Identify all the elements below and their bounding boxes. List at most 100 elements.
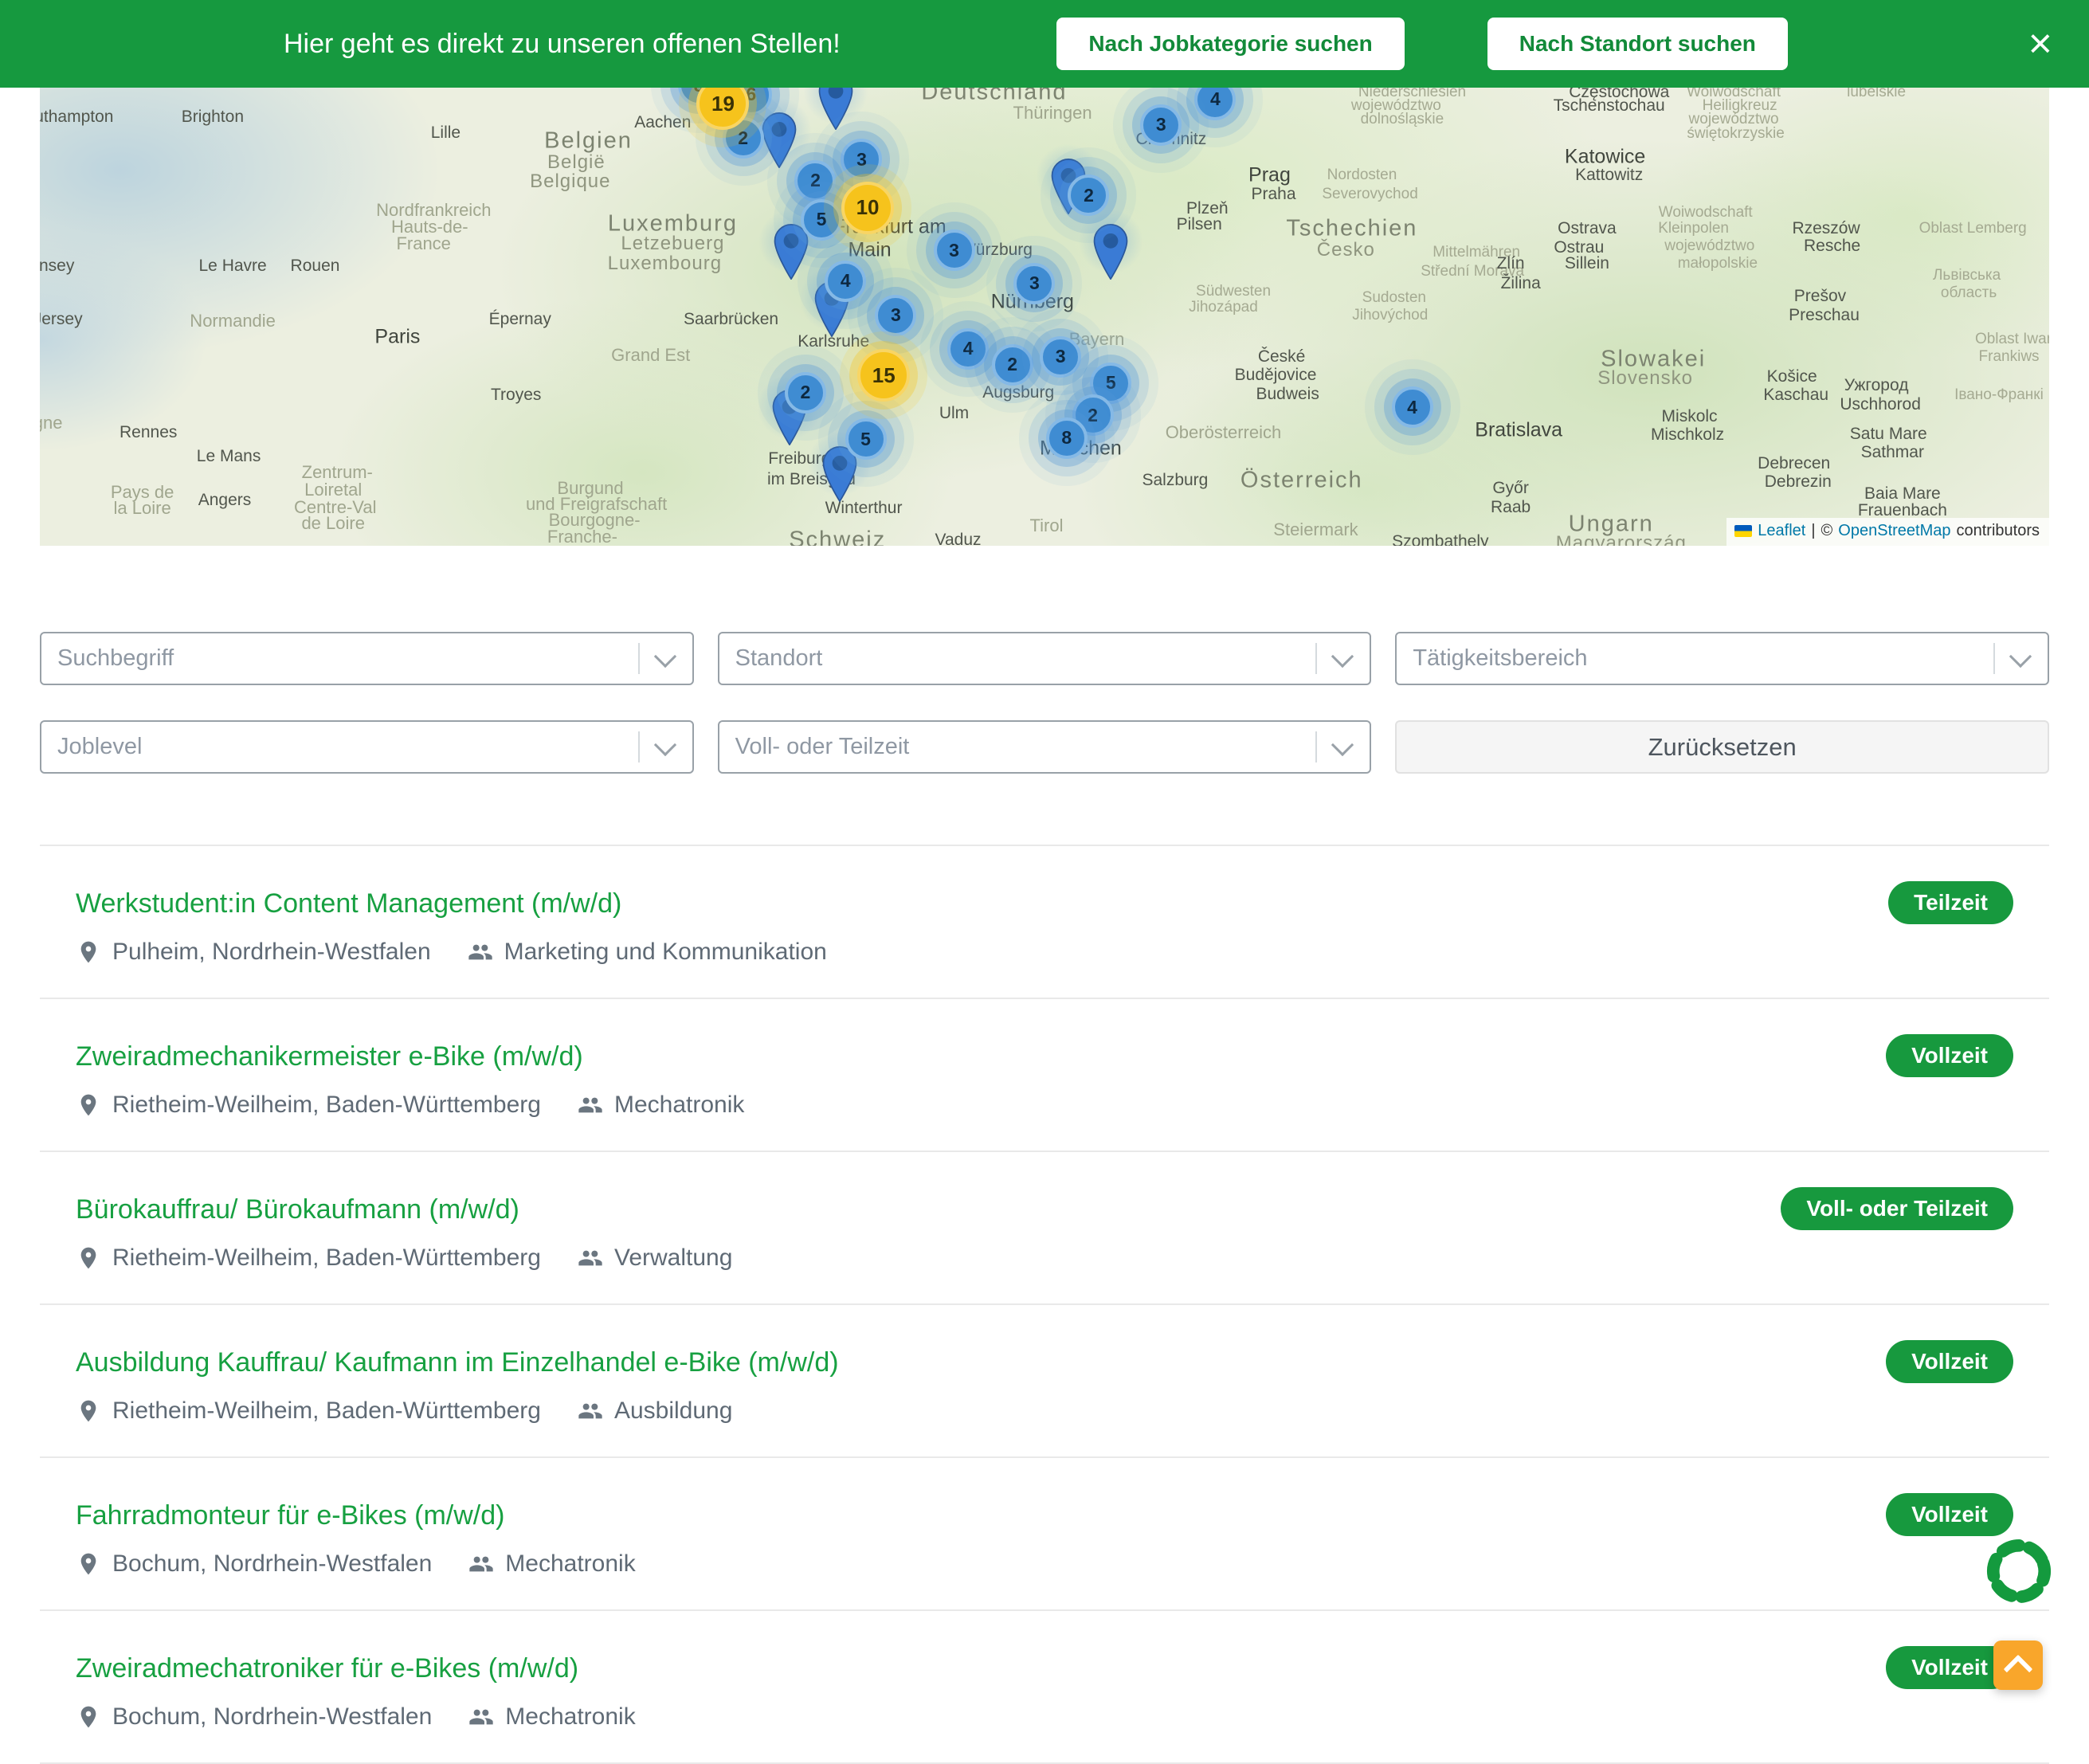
filter-voll-oder-teilzeit[interactable]: Voll- oder Teilzeit <box>718 720 1372 774</box>
search-by-category-button[interactable]: Nach Jobkategorie suchen <box>1056 18 1404 70</box>
map-label: Rennes <box>120 423 177 442</box>
map-cluster[interactable]: 3 <box>1140 104 1182 146</box>
map-cluster[interactable]: 3 <box>875 295 916 336</box>
map-cluster[interactable]: 4 <box>825 261 866 302</box>
map-pin-icon[interactable] <box>818 88 853 134</box>
close-icon[interactable]: × <box>2028 23 2052 65</box>
map-label: Severovychod <box>1322 186 1417 203</box>
map-label: Luxembourg <box>608 253 722 275</box>
map-pin-icon[interactable] <box>762 112 797 172</box>
map-pin-icon[interactable] <box>1093 224 1128 284</box>
job-title-link[interactable]: Zweiradmechanikermeister e-Bike (m/w/d) <box>76 1039 583 1074</box>
map-label: Sudosten <box>1362 289 1426 307</box>
map-cluster[interactable]: 2 <box>992 344 1033 386</box>
filter-row-1: Suchbegriff Standort Tätigkeitsbereich <box>40 632 2049 685</box>
copyright-sign: © <box>1821 522 1833 540</box>
map-label: Franche- <box>547 527 617 547</box>
map-cluster[interactable]: 10 <box>841 182 894 234</box>
job-title-link[interactable]: Ausbildung Kauffrau/ Kaufmann im Einzelh… <box>76 1345 839 1380</box>
job-category: Mechatronik <box>614 1090 744 1120</box>
banner-buttons: Nach Jobkategorie suchen Nach Standort su… <box>1056 18 1788 70</box>
map-label: Épernay <box>489 310 551 329</box>
filter-suchbegriff[interactable]: Suchbegriff <box>40 632 694 685</box>
map-cluster[interactable]: 2 <box>785 372 826 414</box>
chevron-down-icon <box>654 733 676 755</box>
job-title-link[interactable]: Bürokauffrau/ Bürokaufmann (m/w/d) <box>76 1192 519 1227</box>
attribution-suffix: contributors <box>1957 522 2040 540</box>
map-label: Schweiz <box>789 527 886 546</box>
map-label: Saarbrücken <box>684 310 778 329</box>
job-row[interactable]: Werkstudent:in Content Management (m/w/d… <box>40 846 2049 999</box>
map-cluster[interactable]: 8 <box>1046 417 1088 459</box>
map-label: Kleinpolen <box>1658 220 1729 237</box>
job-title-link[interactable]: Werkstudent:in Content Management (m/w/d… <box>76 886 621 921</box>
map-label: dolnośląskie <box>1361 111 1444 128</box>
map-label: Ужгород <box>1844 376 1909 395</box>
map-label: Slovensko <box>1597 367 1693 390</box>
scroll-to-top-button[interactable] <box>1993 1641 2043 1690</box>
attribution-separator: | <box>1811 522 1815 540</box>
map-label: Tirol <box>1030 515 1064 536</box>
wreath-logo[interactable] <box>1982 1535 2056 1608</box>
job-location: Rietheim-Weilheim, Baden-Württemberg <box>112 1243 541 1273</box>
map-label: Brighton <box>182 108 244 127</box>
people-icon <box>468 1551 494 1577</box>
map-pin-icon[interactable] <box>822 446 857 506</box>
map-label: gne <box>40 413 62 433</box>
map-cluster[interactable]: 2 <box>1068 174 1109 216</box>
job-row[interactable]: Zweiradmechatroniker für e-Bikes (m/w/d)… <box>40 1611 2049 1764</box>
job-category: Marketing und Kommunikation <box>504 937 827 967</box>
people-icon <box>578 1398 603 1424</box>
map-label: Rzeszów <box>1792 219 1860 238</box>
leaflet-link[interactable]: Leaflet <box>1758 522 1805 540</box>
map-cluster[interactable]: 3 <box>934 229 975 271</box>
map-cluster[interactable]: 5 <box>801 199 842 241</box>
jobs-map[interactable]: uthamptonBrightonLilleBelgienBelgiëBelgi… <box>40 88 2049 546</box>
filter-row-2: Zurücksetzen Joblevel Voll- oder Teilzei… <box>40 720 2049 774</box>
map-cluster[interactable]: 4 <box>947 328 989 370</box>
job-location: Pulheim, Nordrhein-Westfalen <box>112 937 431 967</box>
reset-filters-button[interactable]: Zurücksetzen <box>1395 720 2049 774</box>
job-title-link[interactable]: Fahrradmonteur für e-Bikes (m/w/d) <box>76 1498 505 1533</box>
map-cluster[interactable]: 3 <box>1013 263 1055 304</box>
job-title-link[interactable]: Zweiradmechatroniker für e-Bikes (m/w/d) <box>76 1651 578 1686</box>
map-label: Szombathely <box>1392 532 1488 546</box>
location-pin-icon <box>76 1704 101 1730</box>
map-label: Pilsen <box>1177 215 1222 234</box>
map-label: Resche <box>1804 237 1860 256</box>
map-label: Львівська <box>1933 267 2001 284</box>
map-cluster[interactable]: 2 <box>794 160 836 202</box>
osm-link[interactable]: OpenStreetMap <box>1838 522 1950 540</box>
filter-taetigkeitsbereich[interactable]: Tätigkeitsbereich <box>1395 632 2049 685</box>
map-label: Івано-Франкі <box>1954 386 2044 404</box>
map-cluster[interactable]: 15 <box>857 349 910 402</box>
map-cluster[interactable]: 3 <box>1040 336 1081 378</box>
map-label: lubelskie <box>1847 88 1906 101</box>
map-cluster[interactable]: 4 <box>1194 88 1236 120</box>
filter-standort[interactable]: Standort <box>718 632 1372 685</box>
map-label: Frankiws <box>1979 348 2040 366</box>
job-row[interactable]: Ausbildung Kauffrau/ Kaufmann im Einzelh… <box>40 1305 2049 1458</box>
map-label: rnsey <box>40 257 74 276</box>
search-by-location-button[interactable]: Nach Standort suchen <box>1487 18 1788 70</box>
job-badge: Vollzeit <box>1886 1340 2013 1383</box>
job-row[interactable]: Zweiradmechanikermeister e-Bike (m/w/d) … <box>40 999 2049 1152</box>
job-row[interactable]: Fahrradmonteur für e-Bikes (m/w/d) Bochu… <box>40 1458 2049 1611</box>
map-label: Ulm <box>939 404 969 423</box>
map-cluster[interactable]: 5 <box>845 418 887 460</box>
map-label: małopolskie <box>1678 255 1758 272</box>
map-label: Österreich <box>1240 468 1363 494</box>
map-label: Belgien <box>544 127 633 154</box>
chevron-up-icon <box>2004 1655 2033 1684</box>
job-meta: Rietheim-Weilheim, Baden-Württemberg Mec… <box>76 1090 2013 1120</box>
map-pin-icon[interactable] <box>774 224 809 284</box>
filter-joblevel[interactable]: Joblevel <box>40 720 694 774</box>
job-row[interactable]: Bürokauffrau/ Bürokaufmann (m/w/d) Rieth… <box>40 1152 2049 1305</box>
map-label: Kaschau <box>1763 386 1828 405</box>
map-label: Uschhorod <box>1840 395 1921 414</box>
map-cluster[interactable]: 3 <box>841 139 882 180</box>
map-label: Satu Mare <box>1850 425 1927 444</box>
map-label: Troyes <box>491 386 541 405</box>
map-label: Paris <box>374 325 420 348</box>
map-cluster[interactable]: 4 <box>1392 386 1433 428</box>
